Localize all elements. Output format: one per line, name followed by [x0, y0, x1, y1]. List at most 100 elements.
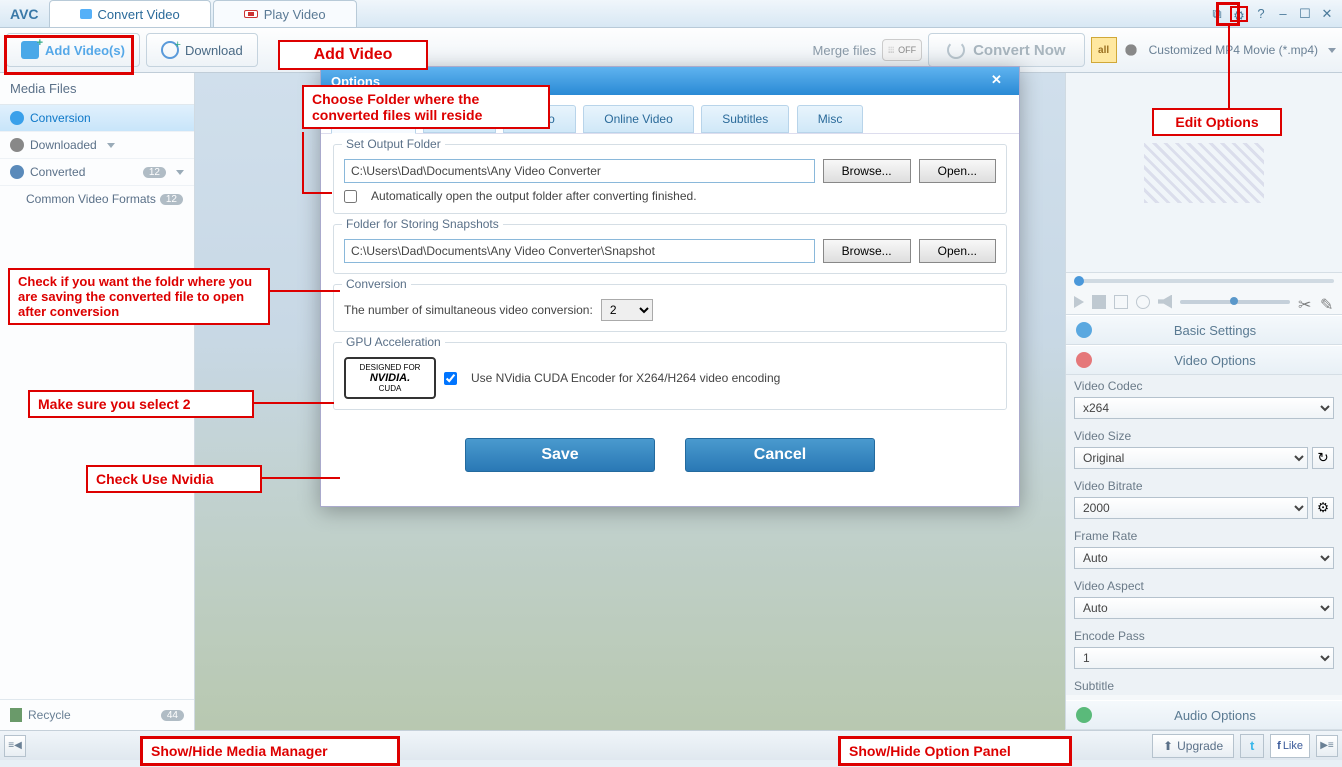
chevron-down-icon: [1328, 48, 1336, 53]
open-snapshot-button[interactable]: Open...: [919, 239, 996, 263]
facebook-like-button[interactable]: f Like: [1270, 734, 1310, 758]
bitrate-label: Video Bitrate: [1066, 475, 1342, 495]
dlg-tab-misc[interactable]: Misc: [797, 105, 864, 133]
add-videos-button[interactable]: Add Video(s): [6, 33, 140, 67]
converted-icon: [10, 165, 24, 179]
show-option-panel-button[interactable]: ▶≡: [1316, 735, 1338, 757]
conversion-icon: [10, 111, 24, 125]
callout-choose-folder: Choose Folder where the converted files …: [302, 85, 550, 129]
bitrate-select[interactable]: 2000: [1074, 497, 1308, 519]
restore-window-icon[interactable]: ⧉: [1208, 6, 1226, 22]
output-folder-input[interactable]: [344, 159, 815, 183]
video-options-body: Video Codec x264 Video Size Original↻ Vi…: [1066, 375, 1342, 695]
conversion-group: Conversion The number of simultaneous vi…: [333, 284, 1007, 332]
stop-icon[interactable]: [1092, 295, 1106, 309]
help-icon[interactable]: ?: [1252, 6, 1270, 22]
gpu-group: GPU Acceleration DESIGNED FOR NVIDIA. CU…: [333, 342, 1007, 410]
subtitle-label: Subtitle: [1066, 675, 1342, 695]
size-label: Video Size: [1066, 425, 1342, 445]
play-controls: ✂ ✎: [1066, 289, 1342, 315]
callout-select-2: Make sure you select 2: [28, 390, 254, 418]
twitter-button[interactable]: t: [1240, 734, 1264, 758]
aspect-label: Video Aspect: [1066, 575, 1342, 595]
close-icon[interactable]: ✕: [1318, 6, 1336, 22]
show-media-manager-button[interactable]: ≡◀: [4, 735, 26, 757]
convert-now-button[interactable]: Convert Now: [928, 33, 1085, 67]
download-button[interactable]: Download: [146, 33, 258, 67]
dialog-close-button[interactable]: ✕: [991, 72, 1009, 90]
browse-snapshot-button[interactable]: Browse...: [823, 239, 911, 263]
snapshot-folder-input[interactable]: [344, 239, 815, 263]
app-logo: AVC: [0, 0, 49, 27]
film-icon: [80, 9, 92, 19]
sidebar-recycle[interactable]: Recycle44: [0, 699, 194, 730]
rotate-icon[interactable]: [1136, 295, 1150, 309]
callout-show-option: Show/Hide Option Panel: [838, 736, 1072, 766]
simultaneous-select[interactable]: 2: [601, 299, 653, 321]
open-output-button[interactable]: Open...: [919, 159, 996, 183]
aspect-select[interactable]: Auto: [1074, 597, 1334, 619]
camera-icon[interactable]: [1114, 295, 1128, 309]
sidebar-sub-common-formats[interactable]: Common Video Formats12: [0, 186, 194, 212]
volume-slider[interactable]: [1180, 300, 1290, 304]
encodepass-label: Encode Pass: [1066, 625, 1342, 645]
output-profile-group[interactable]: all Customized MP4 Movie (*.mp4): [1091, 37, 1336, 63]
volume-icon[interactable]: [1158, 295, 1172, 309]
maximize-icon[interactable]: ☐: [1296, 6, 1314, 22]
add-video-icon: [21, 41, 39, 59]
downloaded-icon: [10, 138, 24, 152]
simultaneous-label: The number of simultaneous video convers…: [344, 303, 593, 317]
callout-nvidia: Check Use Nvidia: [86, 465, 262, 493]
sidebar-item-converted[interactable]: Converted12: [0, 159, 194, 186]
tab-convert-video[interactable]: Convert Video: [49, 0, 211, 27]
right-panel: ✂ ✎ Basic Settings Video Options Video C…: [1065, 73, 1342, 730]
minimize-icon[interactable]: –: [1274, 6, 1292, 22]
dialog-body: Set Output Folder Browse... Open... Auto…: [321, 134, 1019, 506]
codec-select[interactable]: x264: [1074, 397, 1334, 419]
callout-show-media: Show/Hide Media Manager: [140, 736, 400, 766]
sidebar-item-conversion[interactable]: Conversion: [0, 105, 194, 132]
output-folder-group: Set Output Folder Browse... Open... Auto…: [333, 144, 1007, 214]
use-nvidia-checkbox[interactable]: [444, 372, 457, 385]
profile-all-icon: all: [1091, 37, 1117, 63]
callout-line: [270, 290, 340, 292]
framerate-select[interactable]: Auto: [1074, 547, 1334, 569]
callout-line: [254, 402, 334, 404]
callout-add-video: Add Video: [278, 40, 428, 70]
trash-icon: [10, 708, 22, 722]
encodepass-select[interactable]: 1: [1074, 647, 1334, 669]
merge-toggle[interactable]: ⦙⦙⦙OFF: [882, 39, 922, 61]
play-icon: [244, 10, 258, 18]
audio-icon: [1076, 707, 1092, 723]
profile-name: Customized MP4 Movie (*.mp4): [1145, 43, 1322, 57]
play-icon[interactable]: [1074, 296, 1084, 308]
video-options-header[interactable]: Video Options: [1066, 345, 1342, 375]
preview-area: [1066, 73, 1342, 273]
dlg-tab-online-video[interactable]: Online Video: [583, 105, 694, 133]
merge-files-group: Merge files ⦙⦙⦙OFF: [813, 39, 923, 61]
sidebar-header: Media Files: [0, 73, 194, 105]
callout-line: [302, 192, 332, 194]
cancel-button[interactable]: Cancel: [685, 438, 875, 472]
tab-play-video[interactable]: Play Video: [213, 0, 357, 27]
edit-icon[interactable]: ✎: [1320, 295, 1334, 309]
basic-settings-header[interactable]: Basic Settings: [1066, 315, 1342, 345]
dialog-footer: Save Cancel: [333, 420, 1007, 496]
size-refresh-button[interactable]: ↻: [1312, 447, 1334, 469]
browse-output-button[interactable]: Browse...: [823, 159, 911, 183]
size-select[interactable]: Original: [1074, 447, 1308, 469]
codec-label: Video Codec: [1066, 375, 1342, 395]
bitrate-gear-button[interactable]: ⚙: [1312, 497, 1334, 519]
use-nvidia-label: Use NVidia CUDA Encoder for X264/H264 vi…: [471, 371, 780, 385]
audio-options-header[interactable]: Audio Options: [1066, 700, 1342, 730]
plus-icon: [1076, 322, 1092, 338]
upgrade-button[interactable]: ⬆ Upgrade: [1152, 734, 1234, 758]
options-dialog: Options✕ General Audio Video Online Vide…: [320, 66, 1020, 507]
seek-slider[interactable]: [1066, 273, 1342, 289]
save-button[interactable]: Save: [465, 438, 655, 472]
auto-open-checkbox[interactable]: [344, 190, 357, 203]
gear-icon[interactable]: ⚙: [1230, 6, 1248, 22]
cut-icon[interactable]: ✂: [1298, 295, 1312, 309]
sidebar-item-downloaded[interactable]: Downloaded: [0, 132, 194, 159]
dlg-tab-subtitles[interactable]: Subtitles: [701, 105, 789, 133]
